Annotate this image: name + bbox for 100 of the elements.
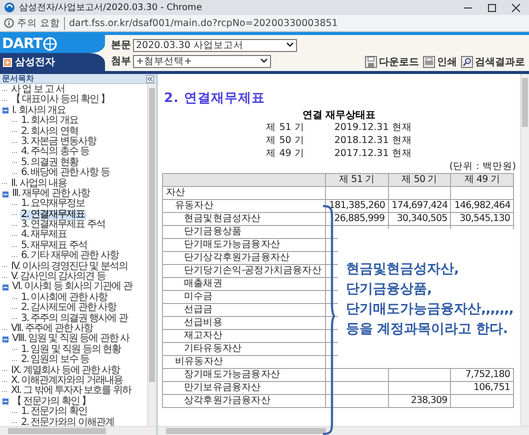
tree-item[interactable]: 4. 주식의 총수 등 <box>20 147 90 158</box>
table-cell: 선급비용 <box>162 316 326 330</box>
tree-item[interactable]: III. 재무에 관한 사항 <box>11 188 91 200</box>
vertical-scrollbar[interactable] <box>520 74 529 426</box>
table-cell: 174,697,424 <box>388 200 451 212</box>
tree-item[interactable]: 5. 의결권 현황 <box>20 158 79 168</box>
caret-icon <box>286 42 294 48</box>
table-cell: 단기당기손익-공정가치금융자산 <box>162 264 326 278</box>
column-header: 제 49 기 <box>450 174 514 186</box>
statement-title: 연결 재무상태표 <box>301 109 377 121</box>
toolbar-button[interactable]: 검색결과로 <box>461 55 525 69</box>
url-text: dart.fss.or.kr/dsaf001/main.do?rcpNo=20200330003851 <box>69 18 338 28</box>
column-header: 제 51 기 <box>326 174 388 186</box>
column-header: 제 50 기 <box>388 174 451 186</box>
table-cell: 146,982,464 <box>450 200 514 212</box>
table-cell: 238,309 <box>388 394 451 408</box>
table-cell: 재고자산 <box>162 330 326 342</box>
tree-item[interactable]: 1. 이사회에 관한 사항 <box>20 292 108 304</box>
table-cell: 매출채권 <box>162 278 326 290</box>
period-date: 2019.12.31 현재 <box>334 121 412 134</box>
callout-text: 현금및현금성자산, 단기금융상품, 단기매도가능금융자산,,,,,,, 등을 계정과목이라고 한다. <box>346 260 514 338</box>
caret-icon <box>260 58 268 64</box>
address-bar[interactable]: 주의 요함 dart.fss.or.kr/dsaf001/main.do?rcpNo=20200330003851 <box>0 15 529 32</box>
table-cell: 현금및현금성자산 <box>162 212 326 226</box>
tree-item[interactable]: 3. 자본금 변동사항 <box>20 136 97 148</box>
collapse-icon[interactable] <box>146 74 154 82</box>
tree-item[interactable]: 1. 회사의 개요 <box>20 116 79 127</box>
tree-item[interactable]: 3. 주주의 의결권 행사에 관 <box>20 314 128 324</box>
search-icon <box>461 56 473 68</box>
period-term: 제 50 기 <box>266 134 304 147</box>
table-cell: 단기상각후원가금융자산 <box>162 252 326 264</box>
tree-item[interactable]: 2. 회사의 연혁 <box>20 126 79 137</box>
table-cell: 181,385,260 <box>326 200 388 212</box>
tree-item[interactable]: VIII. 임원 및 직원 등에 관한 사 <box>11 334 130 345</box>
tree-item[interactable]: 【 전문가의 확인 】 <box>11 396 92 408</box>
period-term: 제 51 기 <box>266 121 304 134</box>
section-heading: 2. 연결재무제표 <box>164 90 266 105</box>
logo-text: DART <box>2 36 42 52</box>
logo-swirl-icon <box>43 37 58 51</box>
tree-item[interactable]: 2. 연결재무제표 <box>20 210 86 220</box>
table-cell: 30,340,505 <box>388 212 451 226</box>
tree-item[interactable]: 6. 배당에 관한 사항 등 <box>20 168 110 179</box>
dropdown-field[interactable]: +첨부선택+ <box>133 54 271 68</box>
tree-item[interactable]: X. 이해관계자와의 거래내용 <box>10 376 124 386</box>
period-date: 2018.12.31 현재 <box>334 134 412 147</box>
tree-item[interactable]: VII. 주주에 관한 사항 <box>10 324 94 334</box>
tree-item[interactable]: 2. 감사제도에 관한 사항 <box>20 303 118 314</box>
tree-item[interactable]: 【 대표이사 등의 확인 】 <box>10 95 111 106</box>
security-label: 주의 요함 <box>17 16 66 30</box>
period-term: 제 49 기 <box>266 147 304 160</box>
table-cell: 선급금 <box>162 304 326 316</box>
table-cell: 단기금융상품 <box>162 226 326 238</box>
tree-item[interactable]: IX. 계열회사 등에 관한 사항 <box>10 366 121 376</box>
period-date: 2017.12.31 현재 <box>334 147 412 160</box>
tree-item[interactable]: 2. 임원의 보수 등 <box>20 355 90 366</box>
unit-label: (단위 : 백만원) <box>449 160 516 173</box>
tree-item[interactable]: II. 사업의 내용 <box>10 178 68 189</box>
table-cell: 자산 <box>162 186 326 200</box>
tree-item[interactable]: XI. 그 밖에 투자자 보호를 위하 <box>10 386 132 397</box>
toolbar-button[interactable]: 인쇄 <box>423 55 457 69</box>
table-cell: 106,751 <box>450 382 514 394</box>
app-icon <box>4 2 15 13</box>
info-icon <box>4 18 14 28</box>
toggle-icon[interactable] <box>2 107 9 114</box>
horizontal-scrollbar[interactable] <box>158 426 529 435</box>
toggle-icon[interactable] <box>2 336 9 344</box>
tree-item[interactable]: 2. 전문가와의 이해관계 <box>20 418 115 426</box>
tree-item[interactable]: 6. 기타 재무에 관한 사항 <box>20 251 120 262</box>
tree-item[interactable]: VI. 이사회 등 회사의 기관에 관 <box>11 282 133 293</box>
toggle-icon[interactable] <box>2 284 9 292</box>
field-label: 본문 <box>111 39 131 52</box>
table-cell: 유동자산 <box>162 200 326 212</box>
dropdown-field[interactable]: 2020.03.30 사업보고서 <box>133 38 297 52</box>
tree-item[interactable]: I. 회사의 개요 <box>11 106 66 116</box>
company-icon <box>3 58 12 66</box>
tree-item[interactable]: 4. 재무제표 <box>20 230 68 241</box>
table-cell: 만기보유금융자산 <box>162 382 326 394</box>
tree-item[interactable]: 5. 재무제표 주석 <box>20 240 88 252</box>
tree-item[interactable]: 1. 전문가의 확인 <box>20 407 88 418</box>
tree-item[interactable]: IV. 이사의 경영진단 및 분석의 <box>10 262 128 272</box>
horizontal-scrollbar[interactable] <box>0 426 156 435</box>
table-cell: 30,545,130 <box>450 212 514 226</box>
toggle-icon[interactable] <box>2 190 9 198</box>
vertical-scrollbar[interactable] <box>147 84 156 426</box>
toolbar-button[interactable]: 다운로드 <box>365 55 419 69</box>
toggle-icon[interactable] <box>2 398 9 406</box>
tree-item[interactable]: 1. 요약재무정보 <box>20 199 86 210</box>
table-cell: 비유동자산 <box>162 356 326 368</box>
table-cell: 미수금 <box>162 290 326 304</box>
tree-item[interactable]: V. 감사인의 감사의견 등 <box>10 272 106 282</box>
table-cell: 기타유동자산 <box>162 342 326 356</box>
maximize-icon[interactable] <box>487 2 497 12</box>
window-title: 삼성전자/사업보고서/2020.03.30 - Chrome <box>19 2 203 14</box>
close-icon[interactable] <box>511 2 521 12</box>
company-name: 삼성전자 <box>15 56 55 69</box>
table-cell: 장기매도가능금융자산 <box>162 368 326 382</box>
sidebar-title: 문서목차 <box>2 74 34 83</box>
tree-item[interactable]: 1. 임원 및 직원 등의 현황 <box>20 344 122 356</box>
tree-item[interactable]: 3. 연결재무제표 주석 <box>20 220 106 230</box>
table-cell: 단기매도가능금융자산 <box>162 238 326 252</box>
